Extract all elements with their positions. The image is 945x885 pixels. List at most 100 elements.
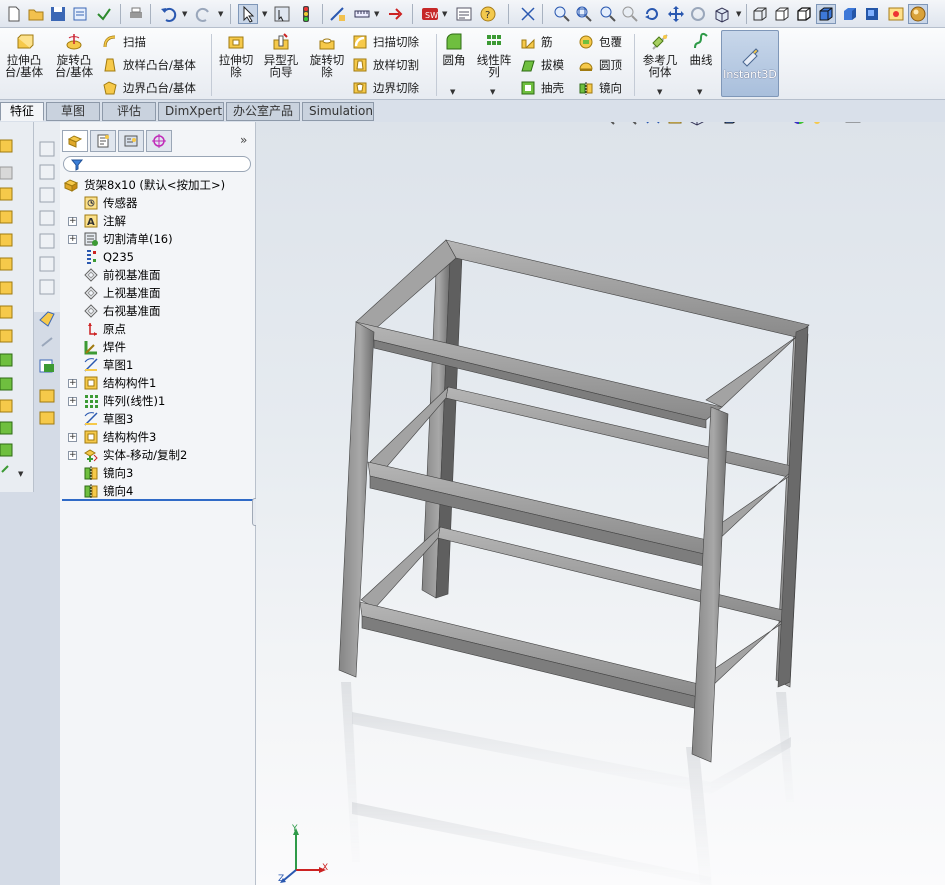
mirror-button[interactable]: 镜向 xyxy=(578,79,622,97)
options-icon[interactable] xyxy=(454,4,474,24)
redo-icon[interactable] xyxy=(194,4,214,24)
zoom-selection-icon[interactable] xyxy=(620,4,640,24)
print-icon[interactable] xyxy=(126,4,146,24)
model-viewport[interactable] xyxy=(256,122,945,885)
configuration-manager-tab[interactable] xyxy=(118,130,144,152)
curves-dropdown-icon[interactable]: ▼ xyxy=(697,88,702,96)
zoom-to-fit-icon[interactable] xyxy=(552,4,572,24)
fillet-button[interactable]: 圆角 xyxy=(440,32,468,66)
save-icon[interactable] xyxy=(48,4,68,24)
panel-expand-icon[interactable]: » xyxy=(240,133,247,147)
tree-item-top-plane[interactable]: 上视基准面 xyxy=(60,284,256,302)
hole-wizard-button[interactable]: 异型孔 向导 xyxy=(260,32,302,78)
roll-view-icon[interactable] xyxy=(688,4,708,24)
tab-office-products[interactable]: 办公室产品 xyxy=(226,102,300,121)
tab-sketch[interactable]: 草图 xyxy=(46,102,100,121)
shaded-with-edges-icon[interactable] xyxy=(816,4,836,24)
expand-toggle[interactable]: + xyxy=(68,450,77,460)
hidden-lines-visible-icon[interactable] xyxy=(772,4,792,24)
solidworks-logo-icon[interactable]: SW xyxy=(420,4,440,24)
tree-item-mirror-4[interactable]: 镜向4 xyxy=(60,482,256,500)
zoom-area-icon[interactable] xyxy=(574,4,594,24)
select-arrow-icon[interactable] xyxy=(238,4,258,24)
floor-reflection xyxy=(341,682,794,885)
wrap-button[interactable]: 包覆 xyxy=(578,33,622,51)
extrude-cut-button[interactable]: 拉伸切 除 xyxy=(216,32,256,78)
rollback-bar[interactable] xyxy=(62,499,254,501)
tree-item-sketch1[interactable]: 草图1 xyxy=(60,356,256,374)
draft-button[interactable]: 拔模 xyxy=(520,56,564,74)
open-folder-icon[interactable] xyxy=(26,4,46,24)
tree-item-material[interactable]: Q235 xyxy=(60,248,256,266)
tree-item-mirror-3[interactable]: 镜向3 xyxy=(60,464,256,482)
new-document-icon[interactable] xyxy=(4,4,24,24)
loft-boss-button[interactable]: 放样凸台/基体 xyxy=(102,56,196,74)
print-preview-icon[interactable] xyxy=(70,4,90,24)
dome-button[interactable]: 圆顶 xyxy=(578,56,622,74)
boundary-boss-button[interactable]: 边界凸台/基体 xyxy=(102,79,196,97)
tree-item-structural-member-3[interactable]: + 结构构件3 xyxy=(60,428,256,446)
tree-item-sensors[interactable]: 传感器 xyxy=(60,194,256,212)
reference-geometry-button[interactable]: 参考几 何体 xyxy=(640,32,680,78)
shaded-icon[interactable] xyxy=(840,4,860,24)
tree-item-annotations[interactable]: + A 注解 xyxy=(60,212,256,230)
expand-toggle[interactable]: + xyxy=(68,378,77,388)
ref-geometry-dropdown-icon[interactable]: ▼ xyxy=(657,88,662,96)
shell-button[interactable]: 抽壳 xyxy=(520,79,564,97)
instant-view-icon[interactable] xyxy=(386,4,406,24)
traffic-light-icon[interactable] xyxy=(296,4,316,24)
sketch-relations-icon[interactable] xyxy=(518,4,538,24)
feature-manager-tab[interactable] xyxy=(62,130,88,152)
tree-item-right-plane[interactable]: 右视基准面 xyxy=(60,302,256,320)
expand-toggle[interactable]: + xyxy=(68,432,77,442)
sweep-button[interactable]: 扫描 xyxy=(102,33,146,51)
appearance-icon[interactable] xyxy=(886,4,906,24)
section-view-icon[interactable] xyxy=(862,4,882,24)
realview-graphics-icon[interactable] xyxy=(908,4,928,24)
fillet-dropdown-icon[interactable]: ▼ xyxy=(450,88,455,96)
property-manager-tab[interactable] xyxy=(90,130,116,152)
tab-dimxpert[interactable]: DimXpert xyxy=(158,102,224,121)
expand-toggle[interactable]: + xyxy=(68,396,77,406)
extrude-boss-button[interactable]: 拉伸凸 台/基体 xyxy=(3,32,45,78)
sweep-cut-button[interactable]: 扫描切除 xyxy=(352,33,419,51)
revolve-cut-button[interactable]: 旋转切 除 xyxy=(306,32,348,78)
wireframe-icon[interactable] xyxy=(750,4,770,24)
tab-features[interactable]: 特征 xyxy=(0,102,44,121)
sketch-options-icon[interactable] xyxy=(328,4,348,24)
rib-button[interactable]: 筋 xyxy=(520,33,553,51)
pan-icon[interactable] xyxy=(666,4,686,24)
boundary-cut-button[interactable]: 边界切除 xyxy=(352,79,419,97)
select-filter-icon[interactable] xyxy=(272,4,292,24)
expand-toggle[interactable]: + xyxy=(68,216,77,226)
pattern-dropdown-icon[interactable]: ▼ xyxy=(490,88,495,96)
graphics-area[interactable]: Y X Z xyxy=(256,122,945,885)
tree-item-sketch3[interactable]: 草图3 xyxy=(60,410,256,428)
help-icon[interactable]: ? xyxy=(478,4,498,24)
zoom-in-out-icon[interactable] xyxy=(598,4,618,24)
tree-item-front-plane[interactable]: 前视基准面 xyxy=(60,266,256,284)
measure-icon[interactable] xyxy=(352,4,372,24)
undo-icon[interactable] xyxy=(158,4,178,24)
expand-toggle[interactable]: + xyxy=(68,234,77,244)
instant3d-button[interactable]: Instant3D xyxy=(721,30,779,97)
tree-item-body-move-copy-2[interactable]: + 实体-移动/复制2 xyxy=(60,446,256,464)
tab-evaluate[interactable]: 评估 xyxy=(102,102,156,121)
tree-item-linear-pattern-1[interactable]: + 阵列(线性)1 xyxy=(60,392,256,410)
tree-item-structural-member-1[interactable]: + 结构构件1 xyxy=(60,374,256,392)
revolve-boss-button[interactable]: 旋转凸 台/基体 xyxy=(52,32,96,78)
tree-item-weldment[interactable]: 焊件 xyxy=(60,338,256,356)
tab-simulation[interactable]: Simulation xyxy=(302,102,374,121)
tree-item-cut-list[interactable]: + 切割清单(16) xyxy=(60,230,256,248)
loft-cut-button[interactable]: 放样切割 xyxy=(352,56,419,74)
tree-root-part[interactable]: 货架8x10 (默认<按加工>) xyxy=(60,176,256,194)
feature-tree-filter[interactable] xyxy=(63,156,251,172)
linear-pattern-button[interactable]: 线性阵 列 xyxy=(474,32,514,78)
curves-button[interactable]: 曲线 xyxy=(686,32,716,66)
tree-item-origin[interactable]: 原点 xyxy=(60,320,256,338)
view-orientation-icon[interactable] xyxy=(712,4,732,24)
rebuild-options-icon[interactable] xyxy=(94,4,114,24)
hidden-lines-removed-icon[interactable] xyxy=(794,4,814,24)
dimxpert-manager-tab[interactable] xyxy=(146,130,172,152)
rotate-view-icon[interactable] xyxy=(642,4,662,24)
